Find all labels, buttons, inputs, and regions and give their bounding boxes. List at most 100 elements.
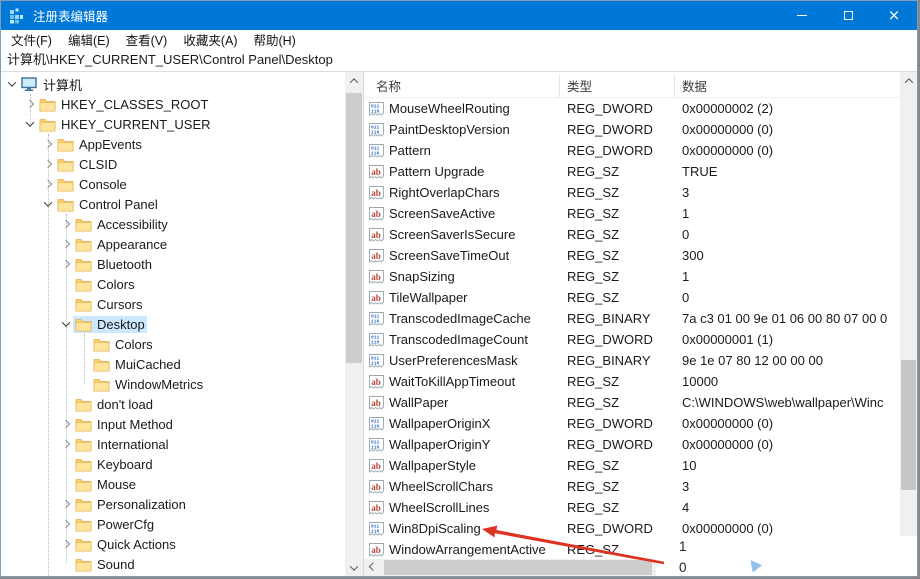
tree-item[interactable]: Appearance [1,234,345,254]
registry-value-row[interactable]: ab RightOverlapChars REG_SZ 3 [364,182,900,203]
tree-item[interactable]: Keyboard [1,454,345,474]
tree-item[interactable]: WindowMetrics [1,374,345,394]
tree-scrollbar-thumb[interactable] [346,93,362,363]
list-vertical-scrollbar[interactable] [900,72,917,559]
tree-item[interactable]: Mouse [1,474,345,494]
registry-value-row[interactable]: ab WheelScrollLines REG_SZ 4 [364,497,900,518]
registry-value-row[interactable]: 011 110 WallpaperOriginY REG_DWORD 0x000… [364,434,900,455]
expander-icon[interactable] [77,357,91,371]
registry-value-row[interactable]: 011 110 Pattern REG_DWORD 0x00000000 (0) [364,140,900,161]
scroll-left-arrow-icon[interactable] [364,559,381,576]
expander-icon[interactable] [77,377,91,391]
folder-icon [93,357,110,372]
tree-item[interactable]: AppEvents [1,134,345,154]
registry-value-row[interactable]: ab ScreenSaveActive REG_SZ 1 [364,203,900,224]
registry-value-row[interactable]: 011 110 MouseWheelRouting REG_DWORD 0x00… [364,98,900,119]
registry-value-row[interactable]: ab WallPaper REG_SZ C:\WINDOWS\web\wallp… [364,392,900,413]
expander-icon[interactable] [59,417,73,431]
registry-value-row[interactable]: 011 110 WallpaperOriginX REG_DWORD 0x000… [364,413,900,434]
menu-item[interactable]: 帮助(H) [245,30,303,49]
column-header-type[interactable]: 类型 [560,74,675,97]
close-button[interactable]: × [871,1,917,30]
tree-item[interactable]: HKEY_CLASSES_ROOT [1,94,345,114]
maximize-button[interactable] [825,1,871,30]
expander-icon[interactable] [23,97,37,111]
tree-item[interactable]: Desktop [1,314,345,334]
dword-icon: 011 110 [369,417,385,431]
expander-icon[interactable] [59,497,73,511]
scroll-down-arrow-icon[interactable] [345,559,363,576]
tree-item[interactable]: Bluetooth [1,254,345,274]
tree-item[interactable]: Accessibility [1,214,345,234]
registry-value-row[interactable]: 011 110 TranscodedImageCache REG_BINARY … [364,308,900,329]
tree-item[interactable]: Input Method [1,414,345,434]
list-hscrollbar-thumb[interactable] [384,560,652,575]
expander-icon[interactable] [41,177,55,191]
expander-icon[interactable] [77,337,91,351]
folder-icon [75,417,92,432]
folder-icon [57,157,74,172]
tree-item-label: HKEY_CURRENT_USER [61,117,211,132]
registry-value-row[interactable]: 011 110 UserPreferencesMask REG_BINARY 9… [364,350,900,371]
folder-icon [75,537,92,552]
expander-icon[interactable] [59,317,73,331]
registry-value-row[interactable]: ab ScreenSaveTimeOut REG_SZ 300 [364,245,900,266]
registry-value-row[interactable]: ab WheelScrollChars REG_SZ 3 [364,476,900,497]
overlay-value: 0 [656,557,918,577]
expander-icon[interactable] [5,77,19,91]
tree-item[interactable]: don't load [1,394,345,414]
tree-item[interactable]: 计算机 [1,74,345,94]
expander-icon[interactable] [41,157,55,171]
menu-item[interactable]: 文件(F) [3,30,60,49]
expander-icon[interactable] [59,557,73,571]
tree-item[interactable]: PowerCfg [1,514,345,534]
registry-value-row[interactable]: ab Pattern Upgrade REG_SZ TRUE [364,161,900,182]
registry-value-row[interactable]: ab ScreenSaverIsSecure REG_SZ 0 [364,224,900,245]
expander-icon[interactable] [59,237,73,251]
address-bar[interactable]: 计算机\HKEY_CURRENT_USER\Control Panel\Desk… [1,48,917,72]
registry-value-row[interactable]: ab TileWallpaper REG_SZ 0 [364,287,900,308]
registry-value-row[interactable]: ab SnapSizing REG_SZ 1 [364,266,900,287]
expander-icon[interactable] [59,537,73,551]
registry-value-row[interactable]: ab WaitToKillAppTimeout REG_SZ 10000 [364,371,900,392]
registry-value-row[interactable]: ab WallpaperStyle REG_SZ 10 [364,455,900,476]
tree-item[interactable]: Sound [1,554,345,574]
tree-item[interactable]: Console [1,174,345,194]
tree-item[interactable]: Control Panel [1,194,345,214]
tree-item[interactable]: Personalization [1,494,345,514]
list-scrollbar-thumb[interactable] [901,360,916,490]
expander-icon[interactable] [23,117,37,131]
menu-item[interactable]: 收藏夹(A) [175,30,245,49]
tree-item[interactable]: Cursors [1,294,345,314]
expander-icon[interactable] [59,297,73,311]
expander-icon[interactable] [41,197,55,211]
expander-icon[interactable] [59,397,73,411]
tree-item[interactable] [1,574,345,576]
column-header-name[interactable]: 名称 [364,74,560,97]
tree-item[interactable]: Colors [1,274,345,294]
expander-icon[interactable] [59,457,73,471]
value-name: UserPreferencesMask [389,353,518,368]
registry-value-row[interactable]: 011 110 PaintDesktopVersion REG_DWORD 0x… [364,119,900,140]
expander-icon[interactable] [59,517,73,531]
expander-icon[interactable] [59,257,73,271]
tree-item[interactable]: Quick Actions [1,534,345,554]
tree-vertical-scrollbar[interactable] [345,72,363,576]
expander-icon[interactable] [59,217,73,231]
scroll-up-arrow-icon[interactable] [900,72,917,89]
tree-item[interactable]: CLSID [1,154,345,174]
menu-item[interactable]: 编辑(E) [60,30,118,49]
expander-icon[interactable] [59,437,73,451]
expander-icon[interactable] [59,277,73,291]
expander-icon[interactable] [59,477,73,491]
tree-item[interactable]: HKEY_CURRENT_USER [1,114,345,134]
tree-item[interactable]: MuiCached [1,354,345,374]
scroll-up-arrow-icon[interactable] [345,72,363,89]
column-header-data[interactable]: 数据 [675,74,900,97]
tree-item[interactable]: International [1,434,345,454]
tree-item[interactable]: Colors [1,334,345,354]
menu-item[interactable]: 查看(V) [118,30,176,49]
expander-icon[interactable] [41,137,55,151]
minimize-button[interactable] [779,1,825,30]
registry-value-row[interactable]: 011 110 TranscodedImageCount REG_DWORD 0… [364,329,900,350]
